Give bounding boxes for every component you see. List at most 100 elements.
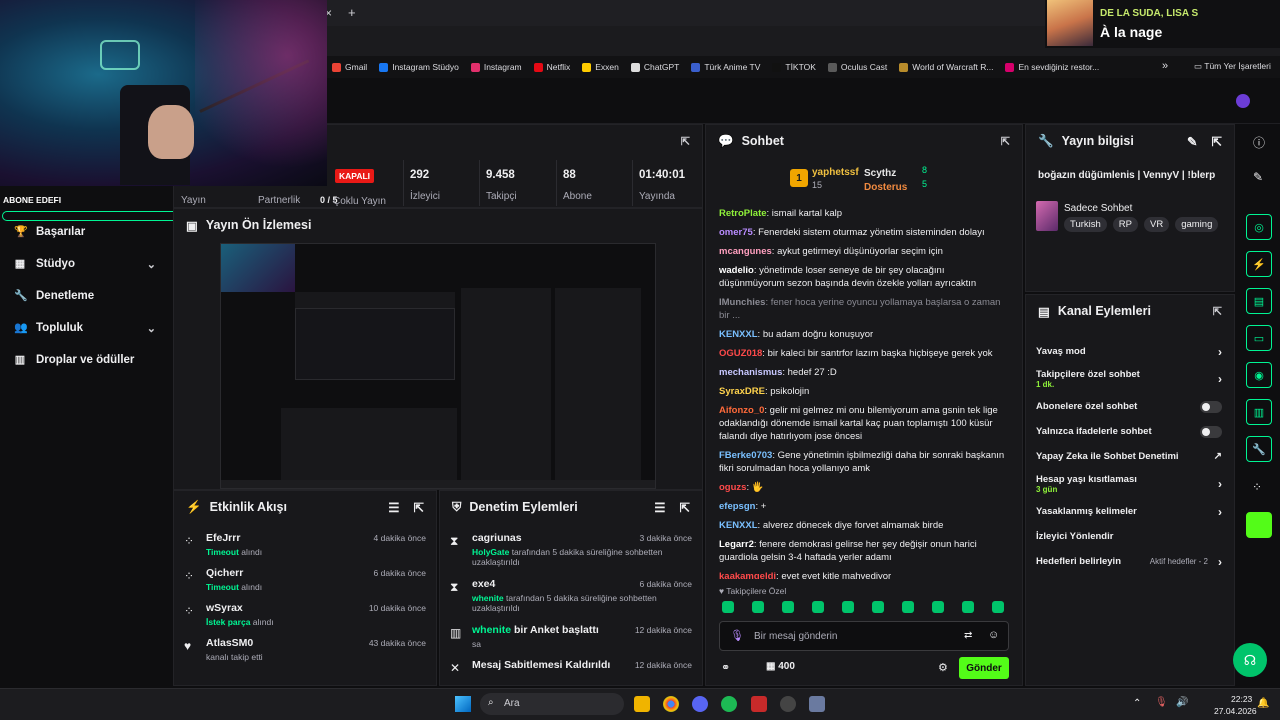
channel-action-item[interactable]: Abonelere özel sohbet [1026,394,1234,419]
settings-app-icon[interactable] [809,696,825,712]
stream-tag[interactable]: gaming [1175,217,1219,232]
rail-wrench-icon[interactable]: 🔧 [1246,436,1272,462]
file-explorer-icon[interactable] [634,696,650,712]
sidebar-item[interactable]: 🔧 Denetleme [0,280,172,312]
rail-broadcast-icon[interactable]: ◉ [1246,362,1272,388]
channel-action-item[interactable]: Takipçilere özel sohbet 1 dk. › [1026,364,1234,394]
bookmark-item[interactable]: En sevdiğiniz restor... [1005,62,1099,72]
channel-action-item[interactable]: İzleyici Yönlendir [1026,524,1234,549]
edit-icon[interactable]: ✎ [1187,134,1197,149]
channel-action-item[interactable]: Hedefleri belirleyin Aktif hedefler - 2 › [1026,549,1234,574]
toggle-switch[interactable] [1200,425,1222,438]
taskbar-search[interactable]: ⌕ Ara [480,693,624,715]
emote-icon[interactable] [872,601,884,613]
channel-action-item[interactable]: Hesap yaşı kısıtlaması 3 gün › [1026,469,1234,499]
tray-chevron-icon[interactable]: ⌃ [1133,698,1141,709]
channel-action-item[interactable]: Yavaş mod › [1026,339,1234,364]
filter-icon[interactable]: ☰ [654,500,665,515]
stream-tag[interactable]: Turkish [1064,217,1107,232]
bookmark-item[interactable]: ChatGPT [630,62,679,72]
chat-username[interactable]: KENXXL [719,329,758,340]
stream-tag[interactable]: RP [1112,217,1138,232]
chat-username[interactable]: mcangunes [719,246,772,257]
chat-username[interactable]: FBerke0703 [719,450,772,461]
bookmark-item[interactable]: Instagram [470,62,522,72]
emote-icon[interactable] [962,601,974,613]
recording-app-icon[interactable] [751,696,767,712]
sidebar-item[interactable]: 👥 Topluluk ⌄ [0,312,172,344]
chat-username[interactable]: efepsgn [719,501,755,512]
popout-icon[interactable]: ⇱ [1213,305,1222,318]
preview-video[interactable] [220,243,656,489]
emote-icon[interactable] [842,601,854,613]
windows-start-icon[interactable] [455,696,471,712]
chat-username[interactable]: oguzs [719,482,746,493]
channel-action-item[interactable]: Yasaklanmış kelimeler › [1026,499,1234,524]
emote-icon[interactable] [812,601,824,613]
rail-actions-icon[interactable]: ▥ [1246,399,1272,425]
rail-kick-icon[interactable] [1246,512,1272,538]
chat-input[interactable]: 🎙 Bir mesaj gönderin ⇄ ☺ [719,621,1009,651]
chat-username[interactable]: Aifonzo_0 [719,405,764,416]
send-button[interactable]: Gönder [959,657,1009,679]
chat-username[interactable]: KENXXL [719,520,758,531]
popout-icon[interactable]: ⇱ [680,500,690,515]
channel-action-item[interactable]: Yapay Zeka ile Sohbet Denetimi ↗ [1026,444,1234,469]
rail-chat-icon[interactable]: ▭ [1246,325,1272,351]
chat-settings-icon[interactable]: ⚭ [721,661,730,674]
popout-icon[interactable]: ⇱ [681,135,690,148]
toggle-switch[interactable] [1200,400,1222,413]
microphone-icon[interactable]: 🎙 [730,629,744,642]
support-button[interactable]: ☊ [1233,643,1267,677]
translate-icon[interactable]: ⇄ [964,630,972,641]
popout-icon[interactable]: ⇱ [1212,134,1222,149]
chat-username[interactable]: SyraxDRE [719,386,765,397]
rail-lightning-icon[interactable]: ⚡ [1246,251,1272,277]
new-tab-button[interactable]: + [348,5,356,20]
bookmark-item[interactable]: World of Warcraft R... [899,62,993,72]
spotify-icon[interactable] [721,696,737,712]
popout-icon[interactable]: ⇱ [1001,135,1010,148]
profile-avatar[interactable] [1236,94,1250,108]
chat-username[interactable]: wadelio [719,265,754,276]
pencil-icon[interactable]: ✎ [1253,170,1263,184]
bookmark-item[interactable]: Exxen [582,62,619,72]
chat-username[interactable]: IMunchies [719,297,765,308]
bookmark-item[interactable]: Netflix [533,62,570,72]
notification-icon[interactable]: 🔔 [1257,698,1269,709]
chat-username[interactable]: Legarr2 [719,539,754,550]
emote-icon[interactable] [782,601,794,613]
rail-document-icon[interactable]: ▤ [1246,288,1272,314]
chat-username[interactable]: kaakamgeldi [719,571,776,579]
bookmarks-more-button[interactable]: » [1162,60,1168,72]
rail-users-icon[interactable]: ⁘ [1252,480,1262,494]
emote-icon[interactable] [722,601,734,613]
emote-icon[interactable] [752,601,764,613]
emote-icon[interactable] [992,601,1004,613]
info-icon[interactable]: ⓘ [1253,134,1265,151]
bookmark-item[interactable]: TİKTOK [772,62,816,72]
stream-tag[interactable]: VR [1144,217,1170,232]
sidebar-item[interactable]: ▦ Stüdyo ⌄ [0,248,172,280]
gear-icon[interactable]: ⚙ [938,661,948,674]
channel-points[interactable]: ▦ 400 [766,661,795,672]
bookmark-item[interactable]: Gmail [332,62,367,72]
chat-username[interactable]: RetroPlate [719,208,767,219]
chrome-icon[interactable] [663,696,679,712]
sidebar-item[interactable]: ▥ Droplar ve ödüller [0,344,172,376]
discord-icon[interactable] [692,696,708,712]
emote-icon[interactable] [932,601,944,613]
volume-tray-icon[interactable]: 🔊 [1176,697,1188,708]
bookmark-item[interactable]: Oculus Cast [827,62,887,72]
popout-icon[interactable]: ⇱ [414,500,424,515]
filter-icon[interactable]: ☰ [388,500,399,515]
chat-username[interactable]: OGUZ018 [719,348,762,359]
all-bookmarks-button[interactable]: ▭ Tüm Yer İşaretleri [1194,61,1271,72]
rail-clip-icon[interactable]: ◎ [1246,214,1272,240]
emote-icon[interactable] [902,601,914,613]
bookmark-item[interactable]: Türk Anime TV [691,62,760,72]
channel-action-item[interactable]: Yalnızca ifadelerle sohbet [1026,419,1234,444]
chat-username[interactable]: omer75 [719,227,753,238]
chat-username[interactable]: mechanismus [719,367,782,378]
bookmark-item[interactable]: Instagram Stüdyo [379,62,459,72]
